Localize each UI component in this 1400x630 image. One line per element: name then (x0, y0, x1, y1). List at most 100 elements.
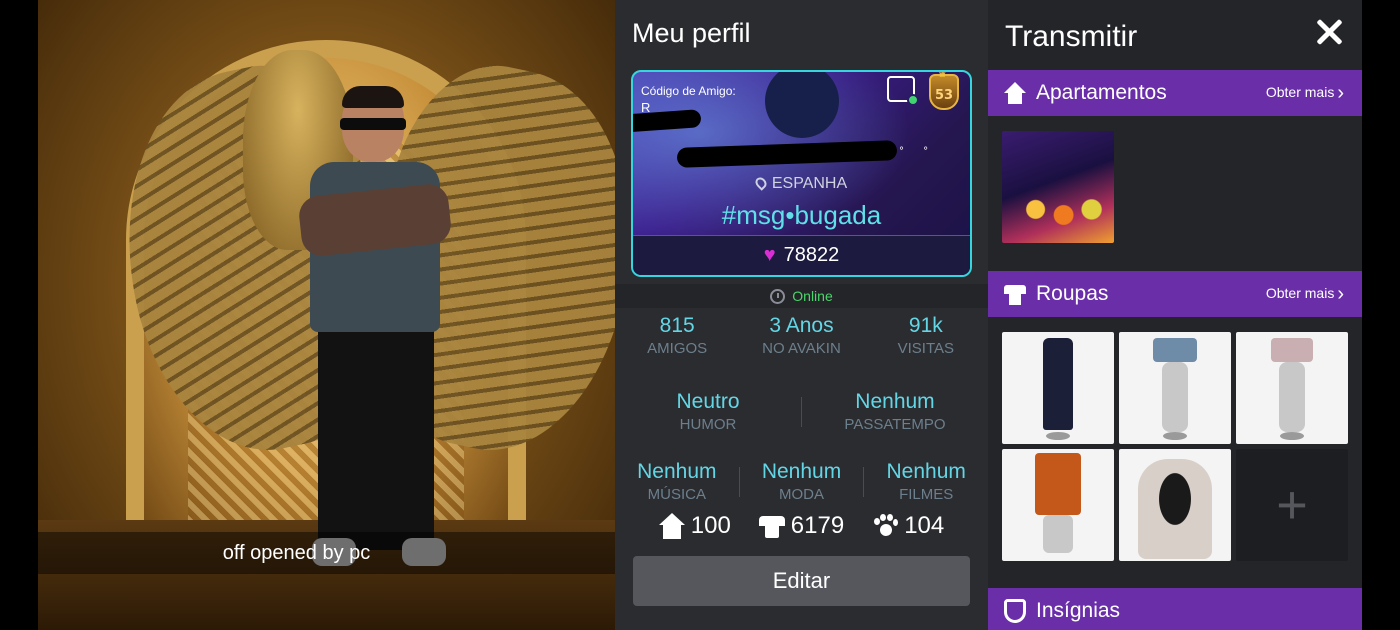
mannequin-legs (1279, 362, 1305, 432)
tattoo-item (1138, 459, 1212, 559)
stat-label: AMIGOS (647, 340, 708, 357)
pets-count: 104 (872, 512, 944, 540)
panel-title: Transmitir (1005, 20, 1138, 53)
shirt-icon (1004, 283, 1026, 305)
collection-counts: 100 6179 104 (615, 512, 988, 540)
trait-mood: Neutro HUMOR (615, 390, 801, 433)
shorts-item (1271, 338, 1313, 362)
section-apartments-label: Apartamentos (1036, 81, 1167, 104)
avatar-pants (318, 320, 434, 550)
avatar-character (297, 86, 453, 570)
mannequin-stand (1163, 432, 1187, 440)
caption-bar: off opened by pc (38, 532, 615, 574)
stat-value: 91k (908, 314, 943, 337)
clothes-count-value: 6179 (790, 512, 845, 539)
status-text: Online (792, 288, 833, 304)
mannequin-legs (1162, 362, 1188, 432)
online-status: Online (615, 284, 988, 308)
avatar-scene[interactable]: off opened by pc (38, 0, 615, 630)
trait-label: MÚSICA (647, 486, 706, 503)
decor-dots: ° ° (899, 146, 937, 157)
house-icon (658, 513, 685, 539)
add-clothing-button[interactable]: + (1236, 449, 1348, 561)
trait-movies: Nenhum FILMES (864, 460, 988, 503)
location: ESPANHA (633, 175, 970, 193)
stat-value: 815 (659, 314, 695, 337)
trait-label: PASSATEMPO (844, 416, 946, 433)
clothes-count: 6179 (758, 512, 845, 540)
section-clothes: Roupas Obter mais (988, 271, 1362, 317)
trait-label: HUMOR (679, 416, 737, 433)
profile-card[interactable]: Código de Amigo: R ♛ 53 ° ° ESPANHA #msg… (631, 70, 972, 277)
apartment-thumbnail[interactable] (1002, 131, 1114, 243)
clock-icon (770, 288, 786, 304)
trait-fashion: Nenhum MODA (740, 460, 864, 503)
profile-panel: Meu perfil Código de Amigo: R ♛ 53 ° ° E… (615, 0, 988, 630)
clothing-item[interactable] (1119, 332, 1231, 444)
shirt-icon (758, 514, 785, 538)
stats-row: 815 AMIGOS 3 Anos NO AVAKIN 91k VISITAS (615, 314, 988, 357)
avatar-sunglasses (340, 118, 406, 130)
broadcast-panel: Transmitir Apartamentos Obter mais Roupa… (988, 0, 1362, 630)
clothing-item[interactable] (1236, 332, 1348, 444)
mannequin-stand (1280, 432, 1304, 440)
stat-age: 3 Anos NO AVAKIN (739, 314, 863, 357)
trait-label: FILMES (899, 486, 954, 503)
trait-label: MODA (779, 486, 824, 503)
mannequin-stand (1046, 432, 1070, 440)
friend-code-label: Código de Amigo: (641, 84, 736, 98)
scene-caption: off opened by pc (222, 541, 371, 564)
stat-label: NO AVAKIN (762, 340, 841, 357)
pets-count-value: 104 (904, 512, 945, 539)
plus-icon: + (1276, 475, 1308, 535)
shorts-item (1153, 338, 1197, 362)
homes-count-value: 100 (690, 512, 731, 539)
stat-label: VISITAS (897, 340, 955, 357)
level-number: 53 (934, 88, 954, 103)
likes-bar: ♥ 78822 (633, 235, 970, 275)
traits-row-1: Neutro HUMOR Nenhum PASSATEMPO (615, 390, 988, 433)
trait-value: Nenhum (637, 460, 717, 483)
section-badges-label: Insígnias (1036, 599, 1121, 622)
likes-count: 78822 (783, 244, 840, 266)
apartments-get-more-link[interactable]: Obter mais (1266, 82, 1344, 105)
house-icon (1004, 82, 1026, 104)
check-icon (907, 94, 919, 106)
clothing-item[interactable] (1002, 449, 1114, 561)
location-text: ESPANHA (771, 175, 848, 192)
clothes-grid: + (1002, 332, 1348, 561)
clothing-item[interactable] (1002, 332, 1114, 444)
paw-icon (872, 514, 899, 538)
trait-value: Nenhum (855, 390, 935, 413)
trait-value: Nenhum (761, 460, 842, 483)
trait-music: Nenhum MÚSICA (615, 460, 739, 503)
app-screen: off opened by pc Meu perfil Código de Am… (0, 0, 1400, 630)
stat-visits: 91k VISITAS (864, 314, 988, 357)
crown-icon: ♛ (937, 70, 948, 80)
profile-title: Meu perfil (632, 18, 751, 48)
friend-status-icon[interactable] (887, 76, 919, 106)
letterbox-right (1362, 0, 1400, 630)
profile-hashtag: #msg•bugada (721, 200, 882, 230)
section-clothes-label: Roupas (1036, 282, 1109, 305)
pants-item (1043, 338, 1073, 430)
avatar-hair (342, 86, 404, 108)
trait-hobby: Nenhum PASSATEMPO (802, 390, 988, 433)
trait-value: Neutro (676, 390, 740, 413)
trait-value: Nenhum (886, 460, 966, 483)
clothes-get-more-link[interactable]: Obter mais (1266, 283, 1344, 306)
section-apartments: Apartamentos Obter mais (988, 70, 1362, 116)
close-icon[interactable] (1313, 16, 1345, 48)
shield-icon (1004, 599, 1026, 623)
section-badges: Insígnias (988, 588, 1362, 630)
mannequin-legs (1043, 515, 1073, 553)
homes-count: 100 (658, 512, 731, 540)
clothing-item[interactable] (1119, 449, 1231, 561)
stat-friends[interactable]: 815 AMIGOS (615, 314, 739, 357)
heart-icon: ♥ (763, 244, 776, 266)
stat-value: 3 Anos (769, 314, 834, 337)
level-badge[interactable]: ♛ 53 (929, 72, 959, 110)
board-shorts-item (1035, 453, 1081, 515)
location-pin-icon (753, 175, 769, 191)
edit-button[interactable]: Editar (633, 556, 970, 606)
